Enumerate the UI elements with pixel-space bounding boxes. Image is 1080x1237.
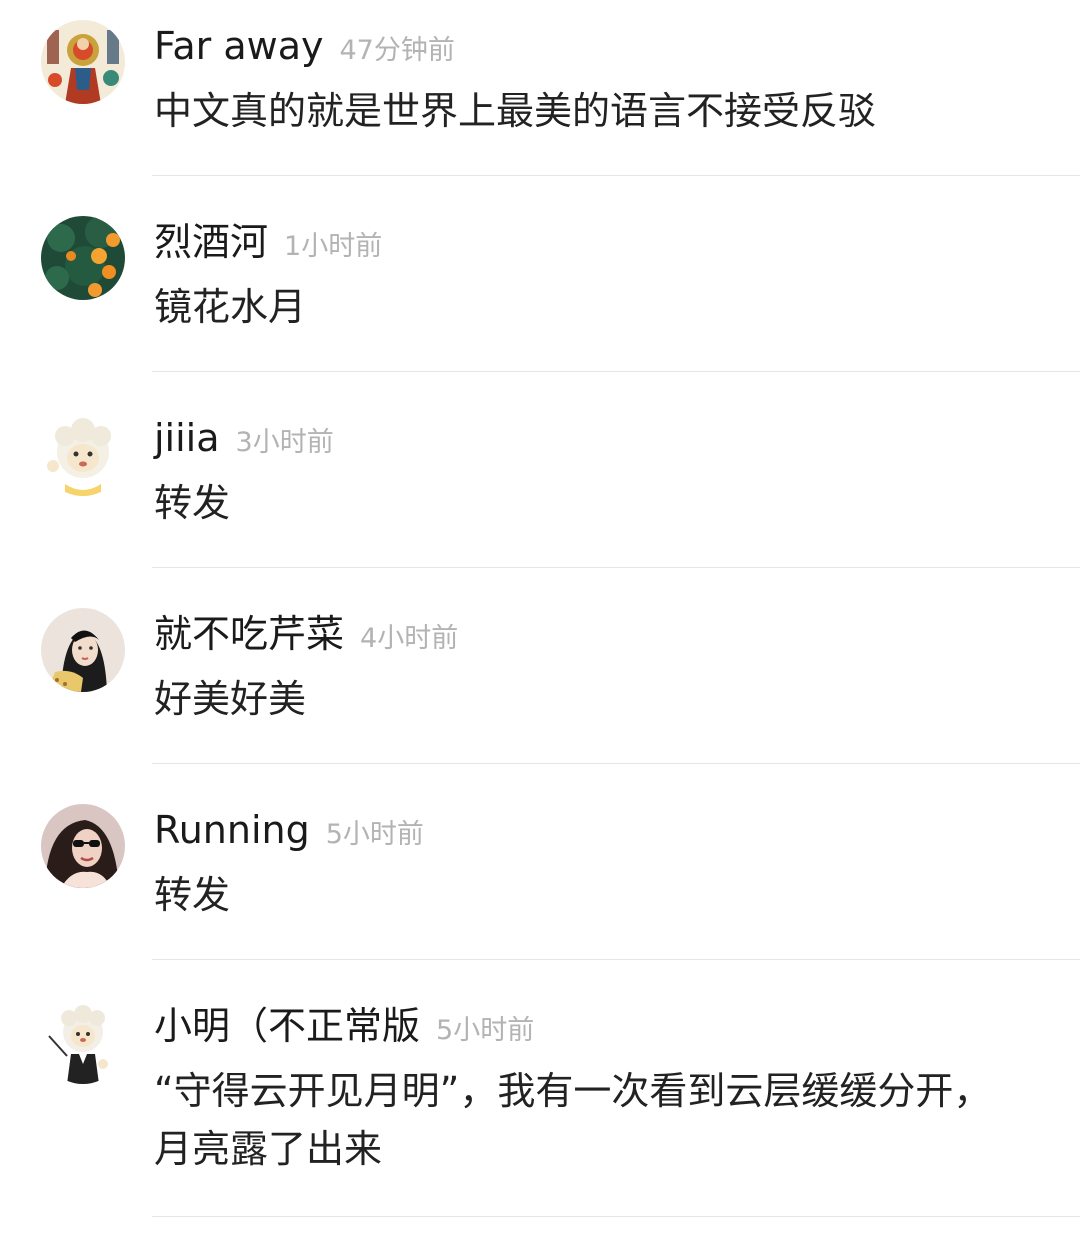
comment-header: 烈酒河 1小时前 [154, 214, 1060, 270]
comment-text: 中文真的就是世界上最美的语言不接受反驳 [154, 89, 877, 133]
comment-header: jiiia 3小时前 [154, 410, 1060, 466]
comment-item[interactable]: 烈酒河 1小时前 镜花水月 [0, 196, 1080, 392]
comment-text: 镜花水月 [154, 285, 307, 329]
timestamp: 47分钟前 [339, 35, 455, 66]
divider [152, 1216, 1080, 1217]
comment-item[interactable]: 就不吃芹菜 4小时前 好美好美 [0, 588, 1080, 784]
divider [152, 763, 1080, 764]
timestamp: 4小时前 [360, 623, 459, 654]
username[interactable]: jiiia [154, 410, 220, 466]
comment-item[interactable]: Far away 47分钟前 中文真的就是世界上最美的语言不接受反驳 [0, 0, 1080, 196]
buddhist-art-avatar-icon [41, 20, 125, 104]
sheep-conductor-avatar-icon [41, 1000, 125, 1084]
girl-portrait-avatar-icon [41, 608, 125, 692]
username[interactable]: 烈酒河 [154, 214, 268, 270]
divider [152, 959, 1080, 960]
comment-item[interactable]: jiiia 3小时前 转发 [0, 392, 1080, 588]
timestamp: 3小时前 [235, 427, 334, 458]
avatar[interactable] [41, 608, 125, 692]
comment-text: 好美好美 [154, 677, 307, 721]
cartoon-sheep-avatar-icon [41, 412, 125, 496]
username[interactable]: Running [154, 802, 310, 858]
orange-tree-avatar-icon [41, 216, 125, 300]
comment-item[interactable]: 小明（不正常版 5小时前 “守得云开见月明”，我有一次看到云层缓缓分开，月亮露了… [0, 980, 1080, 1237]
divider [152, 371, 1080, 372]
comment-text: 转发 [154, 873, 231, 917]
sunglasses-girl-avatar-icon [41, 804, 125, 888]
timestamp: 1小时前 [284, 231, 383, 262]
comment-header: 就不吃芹菜 4小时前 [154, 606, 1060, 662]
timestamp: 5小时前 [436, 1015, 535, 1046]
comment-header: Far away 47分钟前 [154, 18, 1060, 74]
comment-header: Running 5小时前 [154, 802, 1060, 858]
comment-list: Far away 47分钟前 中文真的就是世界上最美的语言不接受反驳 烈酒河 1… [0, 0, 1080, 1237]
comment-text: 转发 [154, 481, 231, 525]
divider [152, 567, 1080, 568]
avatar[interactable] [41, 20, 125, 104]
username[interactable]: 就不吃芹菜 [154, 606, 344, 662]
divider [152, 175, 1080, 176]
username[interactable]: Far away [154, 18, 324, 74]
avatar[interactable] [41, 216, 125, 300]
avatar[interactable] [41, 1000, 125, 1084]
avatar[interactable] [41, 412, 125, 496]
timestamp: 5小时前 [325, 819, 424, 850]
avatar[interactable] [41, 804, 125, 888]
comment-item[interactable]: Running 5小时前 转发 [0, 784, 1080, 980]
comment-text: “守得云开见月明”，我有一次看到云层缓缓分开，月亮露了出来 [154, 1069, 992, 1171]
username[interactable]: 小明（不正常版 [154, 998, 420, 1054]
comment-header: 小明（不正常版 5小时前 [154, 998, 1060, 1054]
